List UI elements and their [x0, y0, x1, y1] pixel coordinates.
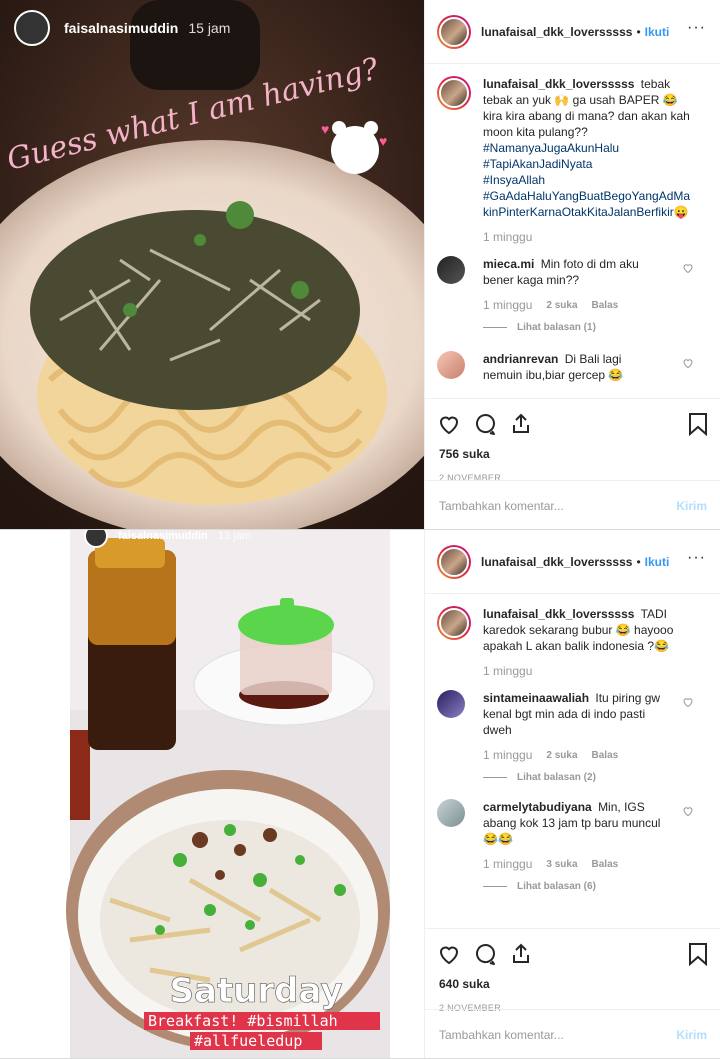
comment-likes[interactable]: 2 suka — [546, 300, 577, 311]
comment-username[interactable]: andrianrevan — [483, 352, 558, 366]
view-replies[interactable]: Lihat balasan (1) — [483, 322, 720, 333]
caption-time: 1 minggu — [483, 664, 533, 678]
comment-time: 1 minggu — [483, 857, 533, 871]
view-replies[interactable]: Lihat balasan (6) — [483, 881, 720, 892]
comment-meta: 1 minggu 2 suka Balas — [483, 298, 720, 312]
hashtag-link[interactable]: #TapiAkanJadiNyata — [483, 156, 695, 172]
action-bar: 640 suka 2 NOVEMBER — [425, 928, 720, 1013]
svg-text:♥: ♥ — [321, 121, 329, 137]
header-username[interactable]: lunafaisal_dkk_loversssss — [481, 555, 632, 569]
comment-likes[interactable]: 3 suka — [546, 859, 577, 870]
story-username: faisalnasimuddin — [118, 530, 208, 542]
separator-dot: • — [636, 554, 641, 569]
comment: mieca.mi Min foto di dm aku bener kaga m… — [425, 256, 720, 288]
story-time: 13 jam — [217, 530, 251, 542]
likes-count[interactable]: 640 suka — [425, 969, 720, 991]
bookmark-icon[interactable] — [687, 942, 709, 966]
comment-meta: 1 minggu 2 suka Balas — [483, 748, 720, 762]
caption-username[interactable]: lunafaisal_dkk_loversssss — [483, 607, 634, 621]
comment: sintameinaawaliah Itu piring gw kenal bg… — [425, 690, 720, 738]
commenter-avatar[interactable] — [437, 351, 465, 379]
post-2-image[interactable]: Saturday Breakfast! #bismillah #allfuele… — [0, 530, 424, 1058]
caption: lunafaisal_dkk_loversssss TADI karedok s… — [425, 594, 720, 654]
hashtag-link[interactable]: #NamanyaJugaAkunHalu — [483, 140, 695, 156]
likes-count[interactable]: 756 suka — [425, 439, 720, 461]
story-time: 15 jam — [188, 20, 231, 36]
heart-icon[interactable] — [682, 357, 694, 369]
caption-username[interactable]: lunafaisal_dkk_loversssss — [483, 77, 634, 91]
comment-icon[interactable] — [473, 942, 497, 966]
post-1-sidebar: lunafaisal_dkk_loversssss • Ikuti ··· lu… — [424, 0, 720, 529]
reply-button[interactable]: Balas — [592, 300, 619, 311]
comment-input[interactable]: Tambahkan komentar... — [439, 499, 564, 513]
heart-icon[interactable] — [437, 942, 461, 966]
commenter-avatar[interactable] — [437, 690, 465, 718]
commenter-avatar[interactable] — [437, 799, 465, 827]
story-caption-line-2: #allfueledup — [194, 1032, 302, 1050]
post-header: lunafaisal_dkk_loversssss • Ikuti ··· — [425, 0, 720, 64]
post-header: lunafaisal_dkk_loversssss • Ikuti ··· — [425, 530, 720, 594]
bubur-breakfast-photo: Saturday Breakfast! #bismillah #allfuele… — [0, 530, 424, 1058]
caption: lunafaisal_dkk_loversssss tebak tebak an… — [425, 64, 720, 220]
post-2: Saturday Breakfast! #bismillah #allfuele… — [0, 530, 720, 1059]
heart-icon[interactable] — [682, 262, 694, 274]
comment-meta: 1 minggu 3 suka Balas — [483, 857, 720, 871]
view-replies[interactable]: Lihat balasan (2) — [483, 772, 720, 783]
post-1: Guess what I am having? ♥ ♥ faisalnasimud… — [0, 0, 720, 530]
share-icon[interactable] — [509, 942, 533, 966]
comment: andrianrevan Di Bali lagi nemuin ibu,bia… — [425, 351, 720, 383]
caption-time: 1 minggu — [483, 230, 533, 244]
more-icon[interactable]: ··· — [687, 550, 706, 566]
comment-username[interactable]: sintameinaawaliah — [483, 691, 589, 705]
commenter-avatar[interactable] — [437, 256, 465, 284]
comment-time: 1 minggu — [483, 298, 533, 312]
story-avatar — [84, 530, 108, 548]
comment-username[interactable]: mieca.mi — [483, 257, 534, 271]
add-comment-box: Tambahkan komentar... Kirim — [425, 1009, 720, 1059]
svg-text:♥: ♥ — [379, 133, 387, 149]
heart-icon[interactable] — [437, 412, 461, 436]
post-1-image[interactable]: Guess what I am having? ♥ ♥ faisalnasimud… — [0, 0, 424, 529]
story-title: Saturday — [169, 971, 342, 1011]
avatar[interactable] — [437, 606, 471, 640]
share-icon[interactable] — [509, 412, 533, 436]
follow-button[interactable]: Ikuti — [645, 555, 670, 569]
view-replies-label: Lihat balasan (6) — [517, 881, 596, 892]
avatar[interactable] — [437, 76, 471, 110]
follow-button[interactable]: Ikuti — [645, 25, 670, 39]
comment-username[interactable]: carmelytabudiyana — [483, 800, 592, 814]
view-replies-label: Lihat balasan (1) — [517, 322, 596, 333]
story-user: faisalnasimuddin 13 jam — [84, 530, 251, 548]
story-user: faisalnasimuddin 15 jam — [14, 10, 230, 46]
story-caption-line-1: Breakfast! #bismillah — [148, 1012, 338, 1030]
post-2-sidebar: lunafaisal_dkk_loversssss • Ikuti ··· lu… — [424, 530, 720, 1058]
hashtag-link[interactable]: #GaAdaHaluYangBuatBegoYangAdMakinPinterK… — [483, 188, 695, 220]
action-bar: 756 suka 2 NOVEMBER — [425, 398, 720, 483]
comment-time: 1 minggu — [483, 748, 533, 762]
more-icon[interactable]: ··· — [687, 20, 706, 36]
story-username: faisalnasimuddin — [64, 20, 179, 36]
post-comment-button[interactable]: Kirim — [676, 499, 707, 513]
karedok-noodle-photo: Guess what I am having? ♥♥ — [0, 0, 424, 529]
reply-button[interactable]: Balas — [592, 859, 619, 870]
comment: carmelytabudiyana Min, IGS abang kok 13 … — [425, 799, 720, 847]
view-replies-label: Lihat balasan (2) — [517, 772, 596, 783]
add-comment-box: Tambahkan komentar... Kirim — [425, 480, 720, 530]
avatar[interactable] — [437, 14, 471, 49]
comment-likes[interactable]: 2 suka — [546, 750, 577, 761]
comment-icon[interactable] — [473, 412, 497, 436]
heart-icon[interactable] — [682, 805, 694, 817]
post-comment-button[interactable]: Kirim — [676, 1028, 707, 1042]
comment-input[interactable]: Tambahkan komentar... — [439, 1028, 564, 1042]
header-username[interactable]: lunafaisal_dkk_loversssss — [481, 25, 632, 39]
heart-icon[interactable] — [682, 696, 694, 708]
avatar[interactable] — [437, 544, 471, 579]
hashtag-link[interactable]: #InsyaAllah — [483, 172, 695, 188]
reply-button[interactable]: Balas — [592, 750, 619, 761]
bookmark-icon[interactable] — [687, 412, 709, 436]
separator-dot: • — [636, 24, 641, 39]
story-avatar — [14, 10, 50, 46]
